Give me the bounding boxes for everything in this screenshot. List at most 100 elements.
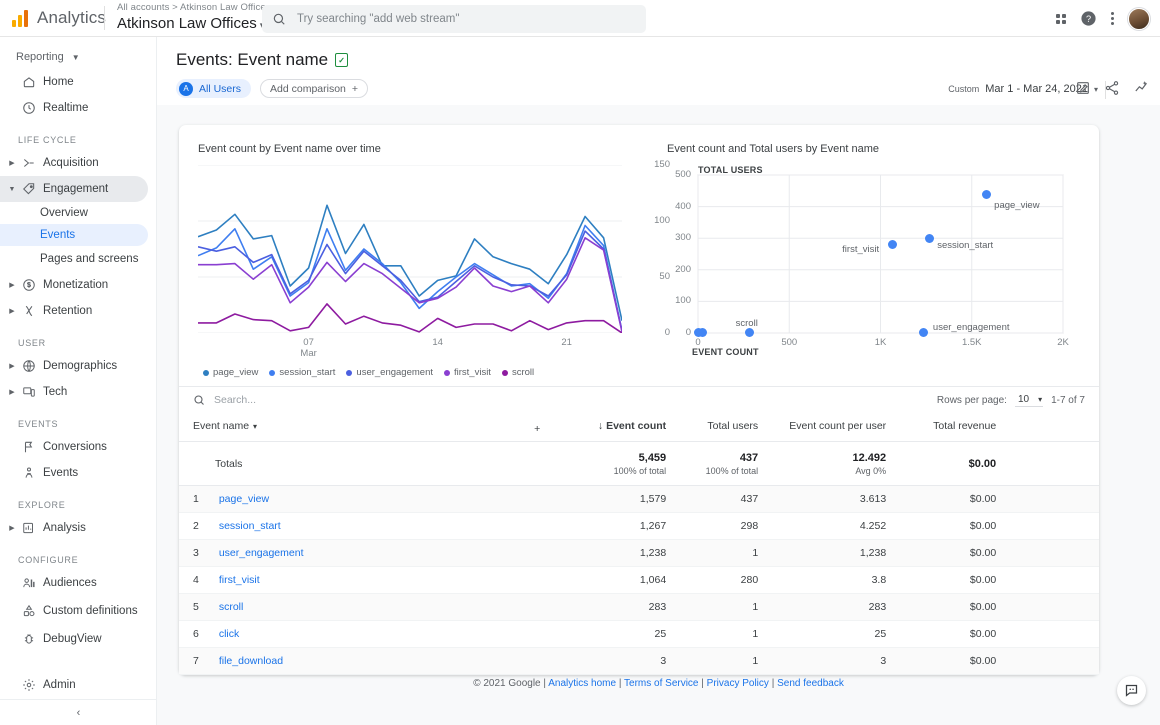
table-row[interactable]: 1 page_view 1,579 437 3.613 $0.00 (179, 485, 1099, 513)
table-search[interactable] (193, 393, 392, 407)
sidebar-item-engagement[interactable]: ▼ Engagement (0, 176, 148, 202)
footer-link-analytics-home[interactable]: Analytics home (548, 678, 616, 689)
scatter-chart[interactable]: TOTAL USERS EVENT COUNT 0 100 200 300 400 500… (667, 165, 1069, 361)
sidebar-item-admin[interactable]: Admin (0, 672, 157, 698)
feedback-chat-button[interactable] (1117, 676, 1146, 705)
sidebar-item-analysis[interactable]: ▶ Analysis (0, 515, 148, 541)
row-event-name[interactable]: scroll (209, 594, 556, 621)
insights-icon[interactable] (1133, 79, 1150, 96)
avatar[interactable] (1128, 7, 1150, 30)
column-header-event-count[interactable]: ↓ Event count (556, 413, 677, 442)
row-event-name[interactable]: first_visit (209, 567, 556, 594)
table-row[interactable]: 5 scroll 283 1 283 $0.00 (179, 593, 1099, 621)
search-input[interactable] (295, 12, 615, 26)
sidebar-item-label: Admin (43, 679, 76, 691)
scatter-point-label-session_start: session_start (937, 239, 994, 251)
totals-event-count-per-user: 12.492 Avg 0% (768, 441, 897, 486)
row-index: 1 (193, 493, 199, 505)
column-header-event-name[interactable]: Event name ▾ (179, 413, 519, 442)
row-event-name[interactable]: user_engagement (209, 540, 556, 567)
row-spacer (1006, 540, 1099, 567)
legend-item-scroll[interactable]: scroll (501, 367, 534, 378)
table-search-input[interactable] (212, 393, 392, 407)
scatter-point-session_start[interactable] (924, 234, 934, 244)
row-event-count-per-user: 3.613 (859, 493, 887, 505)
add-comparison-button[interactable]: Add comparison + (260, 79, 369, 98)
sidebar-item-realtime[interactable]: Realtime (0, 95, 148, 121)
table-row[interactable]: 3 user_engagement 1,238 1 1,238 $0.00 (179, 539, 1099, 567)
line-chart[interactable]: 150 100 50 0 07 Mar 14 21 (198, 159, 670, 359)
audiences-icon (18, 576, 40, 590)
row-event-name[interactable]: click (209, 621, 556, 648)
chevron-down-icon: ▼ (8, 185, 16, 193)
row-event-name[interactable]: session_start (209, 513, 556, 540)
row-total-users: 437 (740, 493, 759, 505)
legend-dot (346, 369, 353, 376)
sidebar-item-events[interactable]: Events (0, 224, 148, 246)
column-header-event-count-per-user[interactable]: Event count per user (768, 413, 897, 442)
analysis-icon (18, 521, 40, 535)
footer-link-send-feedback[interactable]: Send feedback (777, 678, 844, 689)
sidebar-item-tech[interactable]: ▶ Tech (0, 379, 148, 405)
column-header-total-users[interactable]: Total users (676, 413, 769, 442)
row-event-count: 1,064 (639, 574, 667, 586)
scatter-point-label-page_view: page_view (994, 199, 1040, 211)
footer-link-privacy[interactable]: Privacy Policy (707, 678, 769, 689)
table-row[interactable]: 6 click 25 1 25 $0.00 (179, 621, 1099, 648)
sidebar-item-home[interactable]: Home (0, 69, 148, 95)
more-options-icon[interactable] (1111, 12, 1114, 25)
device-icon (18, 385, 40, 399)
row-spacer (1006, 513, 1099, 540)
table-totals-row: Totals 5,459 100% of total 437 100% of t… (179, 441, 1099, 486)
sidebar-item-custom-definitions[interactable]: Custom definitions (0, 596, 148, 626)
edit-report-icon[interactable] (1075, 80, 1091, 96)
scatter-point-first_visit[interactable] (887, 240, 897, 250)
scatter-ytick: 500 (675, 169, 691, 180)
rows-per-page-select[interactable]: 10 ▾ (1014, 394, 1044, 407)
row-event-count-per-user: 3.8 (871, 574, 887, 586)
account-name: Atkinson Law Offices▾ (117, 15, 271, 32)
reporting-selector[interactable]: Reporting ▼ (0, 45, 156, 69)
line-chart-panel: Event count by Event name over time 150 … (179, 139, 670, 378)
global-search[interactable] (262, 5, 646, 33)
analytics-logo[interactable]: Analytics (0, 8, 106, 28)
apps-grid-icon[interactable] (1056, 13, 1066, 24)
add-dimension-button[interactable]: + (518, 413, 557, 442)
legend-label: first_visit (454, 367, 491, 378)
table-row[interactable]: 4 first_visit 1,064 280 3.8 $0.00 (179, 567, 1099, 594)
sidebar-item-acquisition[interactable]: ▶ Acquisition (0, 150, 148, 176)
column-header-total-revenue[interactable]: Total revenue (896, 413, 1007, 442)
events-table: Event name ▾ + ↓ Event count Total users … (179, 413, 1099, 675)
sidebar-item-debugview[interactable]: DebugView (0, 626, 148, 652)
table-row[interactable]: 2 session_start 1,267 298 4.252 $0.00 (179, 513, 1099, 540)
legend-item-first_visit[interactable]: first_visit (444, 367, 491, 378)
search-icon (194, 395, 204, 405)
sidebar-item-events-section[interactable]: Events (0, 460, 148, 486)
footer-link-terms[interactable]: Terms of Service (624, 678, 698, 689)
sidebar-item-audiences[interactable]: Audiences (0, 570, 148, 596)
legend-item-session_start[interactable]: session_start (269, 367, 335, 378)
table-header-row: Event name ▾ + ↓ Event count Total users … (179, 413, 1099, 442)
sidebar-item-conversions[interactable]: Conversions (0, 434, 148, 460)
legend-item-page_view[interactable]: page_view (203, 367, 258, 378)
sidebar-collapse-button[interactable]: ‹ (0, 699, 157, 725)
sidebar-item-pages-and-screens[interactable]: Pages and screens (0, 246, 148, 272)
chip-all-users[interactable]: A All Users (176, 79, 252, 98)
search-icon (273, 13, 285, 25)
row-event-name[interactable]: page_view (209, 486, 556, 513)
table-row[interactable]: 7 file_download 3 1 3 $0.00 (179, 647, 1099, 675)
sidebar-item-retention[interactable]: ▶ Retention (0, 298, 148, 324)
totals-event-count: 5,459 100% of total (556, 441, 677, 486)
account-selector[interactable]: All accounts > Atkinson Law Offices Atki… (117, 2, 271, 32)
share-icon[interactable] (1104, 80, 1120, 96)
scatter-ytick: 400 (675, 200, 691, 212)
row-total-users: 298 (740, 520, 759, 532)
date-range-value: Mar 1 - Mar 24, 2021 (985, 83, 1088, 95)
sidebar-item-overview[interactable]: Overview (0, 202, 148, 224)
legend-item-user_engagement[interactable]: user_engagement (346, 367, 433, 378)
sidebar-item-monetization[interactable]: ▶ Monetization (0, 272, 148, 298)
check-doc-icon: ✓ (335, 53, 349, 67)
row-event-name[interactable]: file_download (209, 648, 556, 675)
sidebar-item-demographics[interactable]: ▶ Demographics (0, 353, 148, 379)
help-icon[interactable]: ? (1080, 10, 1097, 27)
